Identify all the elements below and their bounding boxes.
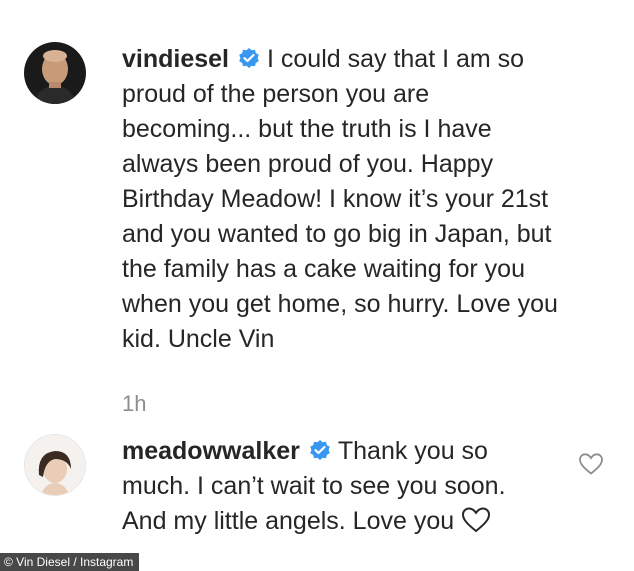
username-meadowwalker[interactable]: meadowwalker bbox=[122, 437, 300, 465]
comment-body-meadowwalker: meadowwalker Thank you so much. I can’t … bbox=[122, 434, 562, 539]
comment-line: much. I can’t wait to see you soon. bbox=[122, 472, 506, 500]
comment-line: Thank you so bbox=[337, 437, 488, 465]
comment-line: and you wanted to go big in Japan, but bbox=[122, 220, 552, 248]
verified-badge-icon bbox=[310, 440, 330, 460]
avatar-meadowwalker[interactable] bbox=[24, 434, 86, 496]
heart-outline-icon bbox=[462, 507, 491, 533]
comment-body-vindiesel: vindiesel I could say that I am so proud… bbox=[122, 42, 622, 357]
comment-line: always been proud of you. Happy bbox=[122, 150, 494, 178]
comment-timestamp[interactable]: 1h bbox=[122, 391, 146, 417]
username-vindiesel[interactable]: vindiesel bbox=[122, 45, 229, 73]
comment-line: Birthday Meadow! I know it’s your 21st bbox=[122, 185, 549, 213]
comment-line: when you get home, so hurry. Love you bbox=[122, 290, 558, 318]
photo-credit: © Vin Diesel / Instagram bbox=[0, 553, 140, 571]
comment-line: proud of the person you are bbox=[122, 80, 430, 108]
comment-line: the family has a cake waiting for you bbox=[122, 255, 525, 283]
comment-line: kid. Uncle Vin bbox=[122, 325, 275, 353]
profile-photo-man-icon bbox=[24, 42, 86, 104]
comment-line: And my little angels. Love you bbox=[122, 507, 455, 535]
like-heart-icon[interactable] bbox=[578, 452, 604, 476]
comment-line: becoming... but the truth is I have bbox=[122, 115, 492, 143]
avatar-vindiesel[interactable] bbox=[24, 42, 86, 104]
verified-badge-icon bbox=[239, 48, 259, 68]
comment-line: I could say that I am so bbox=[267, 45, 525, 73]
profile-photo-woman-icon bbox=[25, 435, 85, 495]
